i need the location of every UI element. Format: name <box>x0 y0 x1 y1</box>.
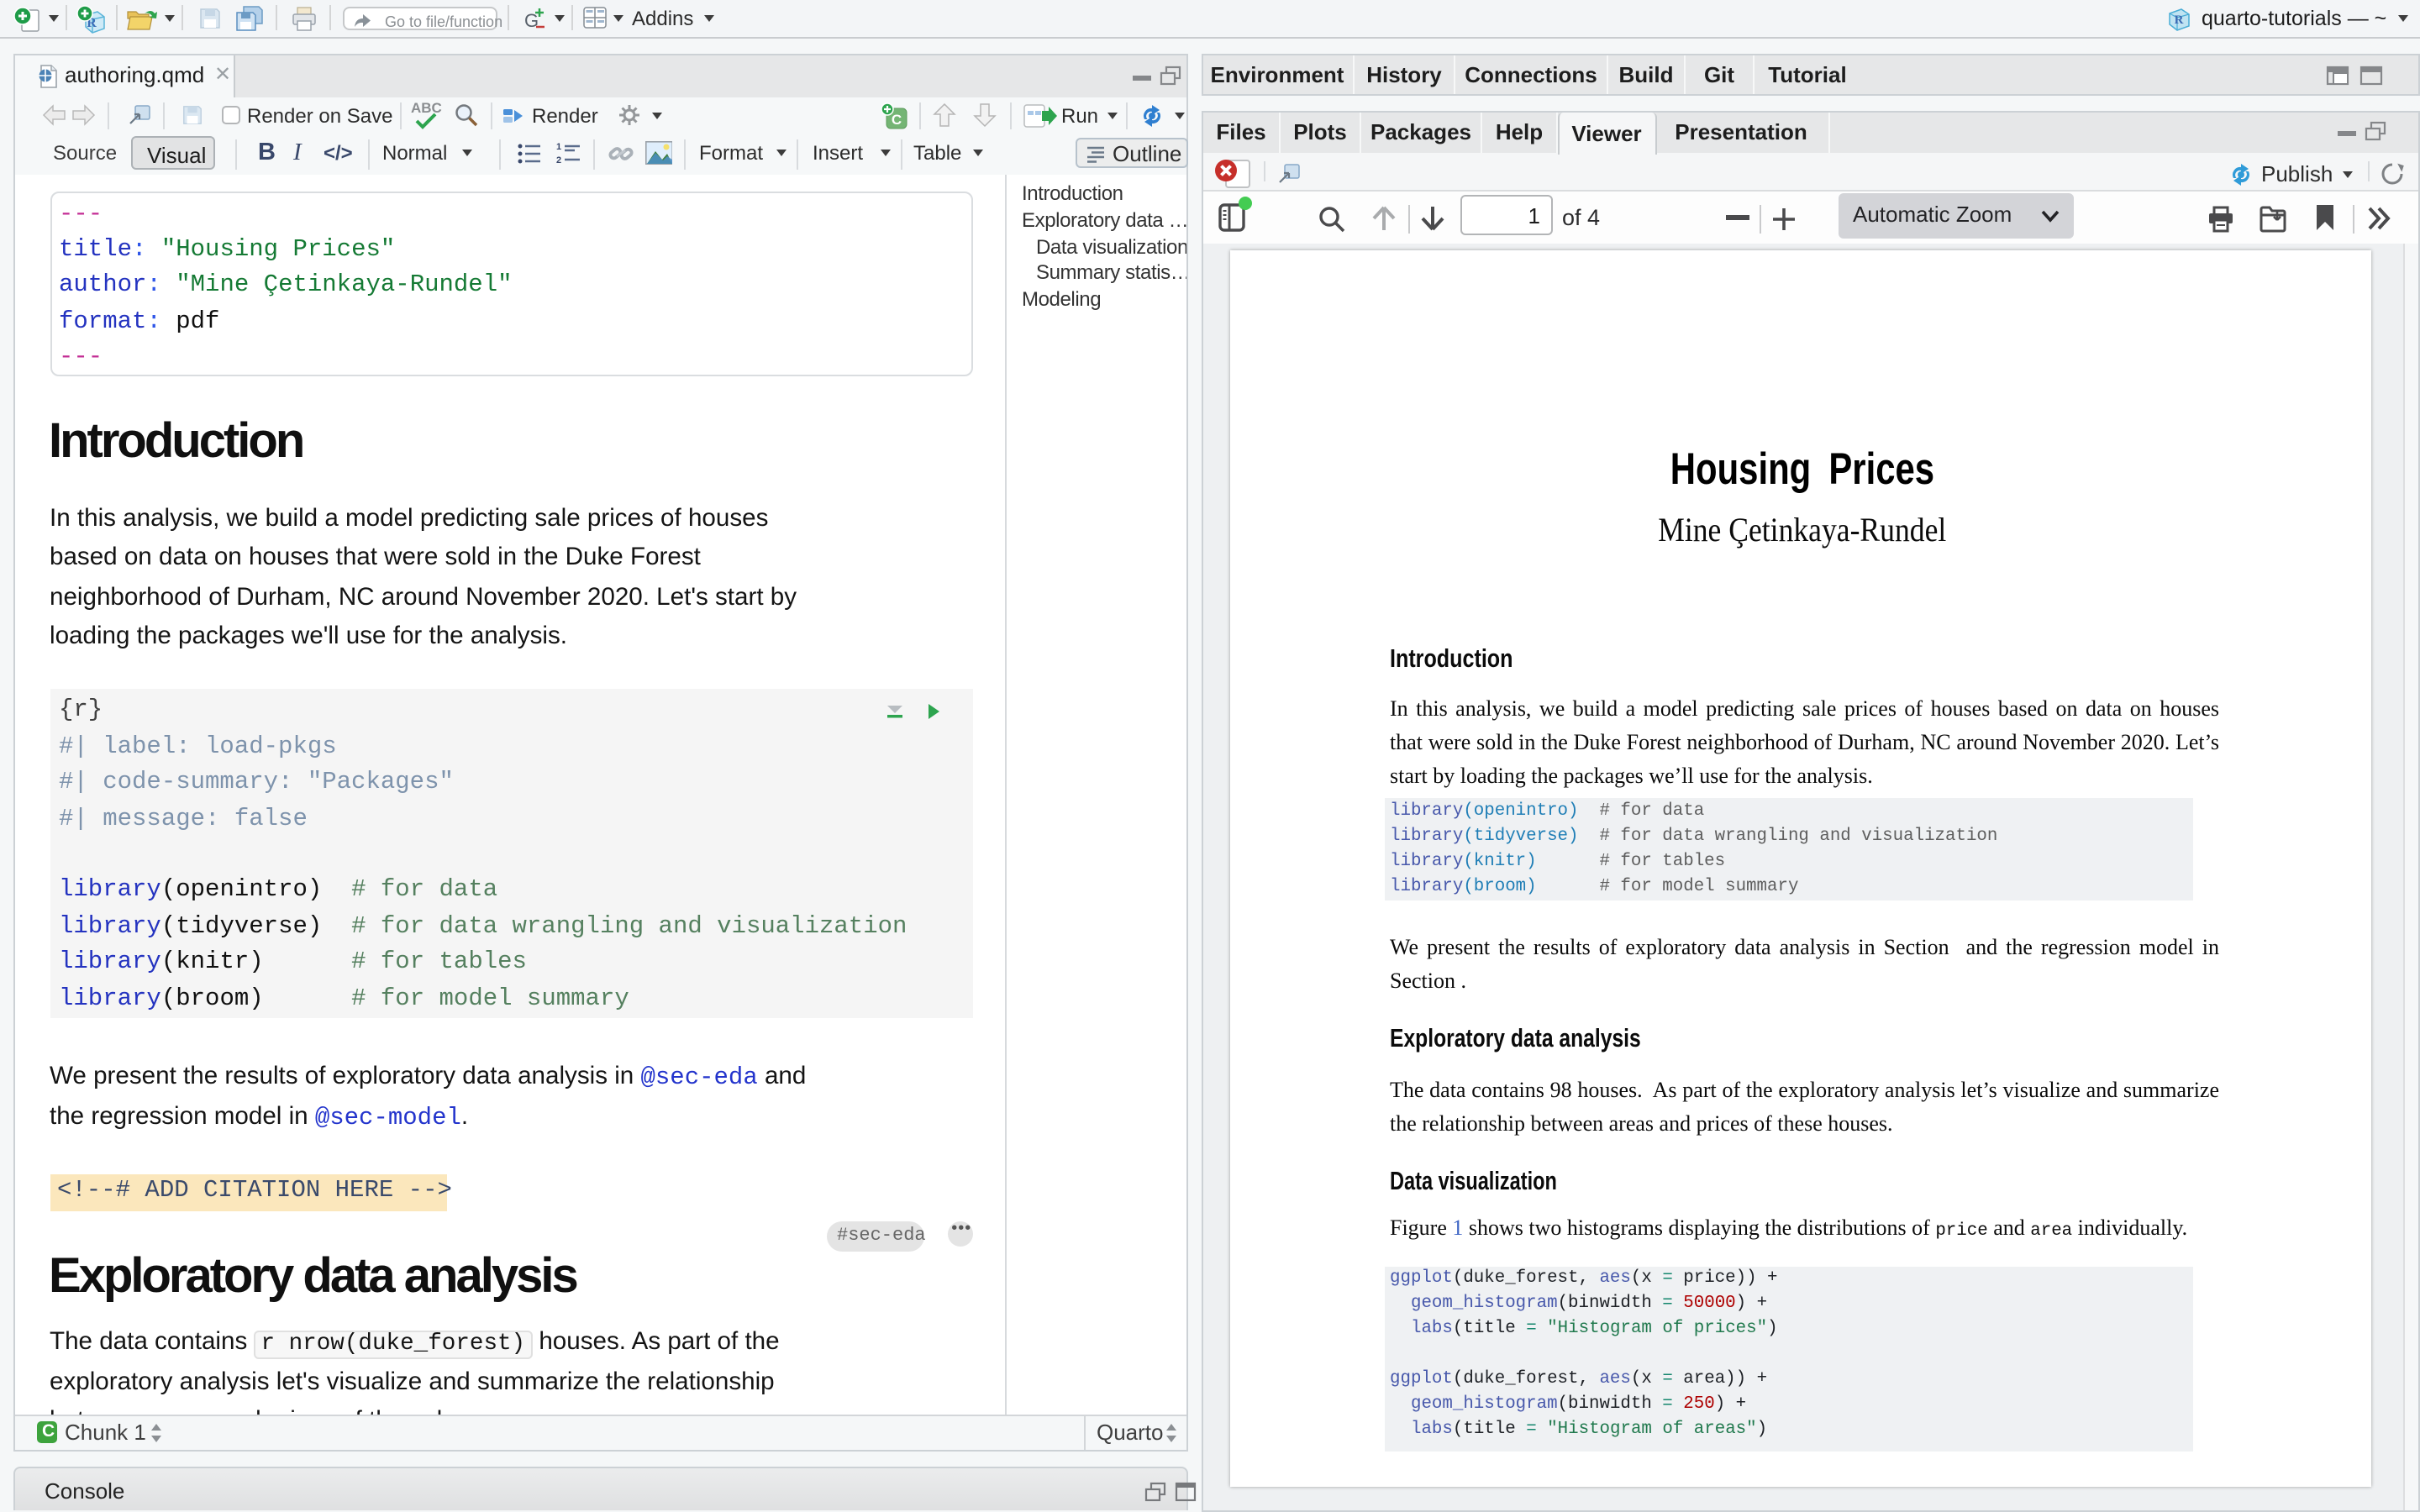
svg-text:2: 2 <box>555 155 560 164</box>
svg-text:1: 1 <box>555 141 560 151</box>
svg-text:C: C <box>891 111 901 127</box>
svg-text:R: R <box>2175 13 2184 26</box>
